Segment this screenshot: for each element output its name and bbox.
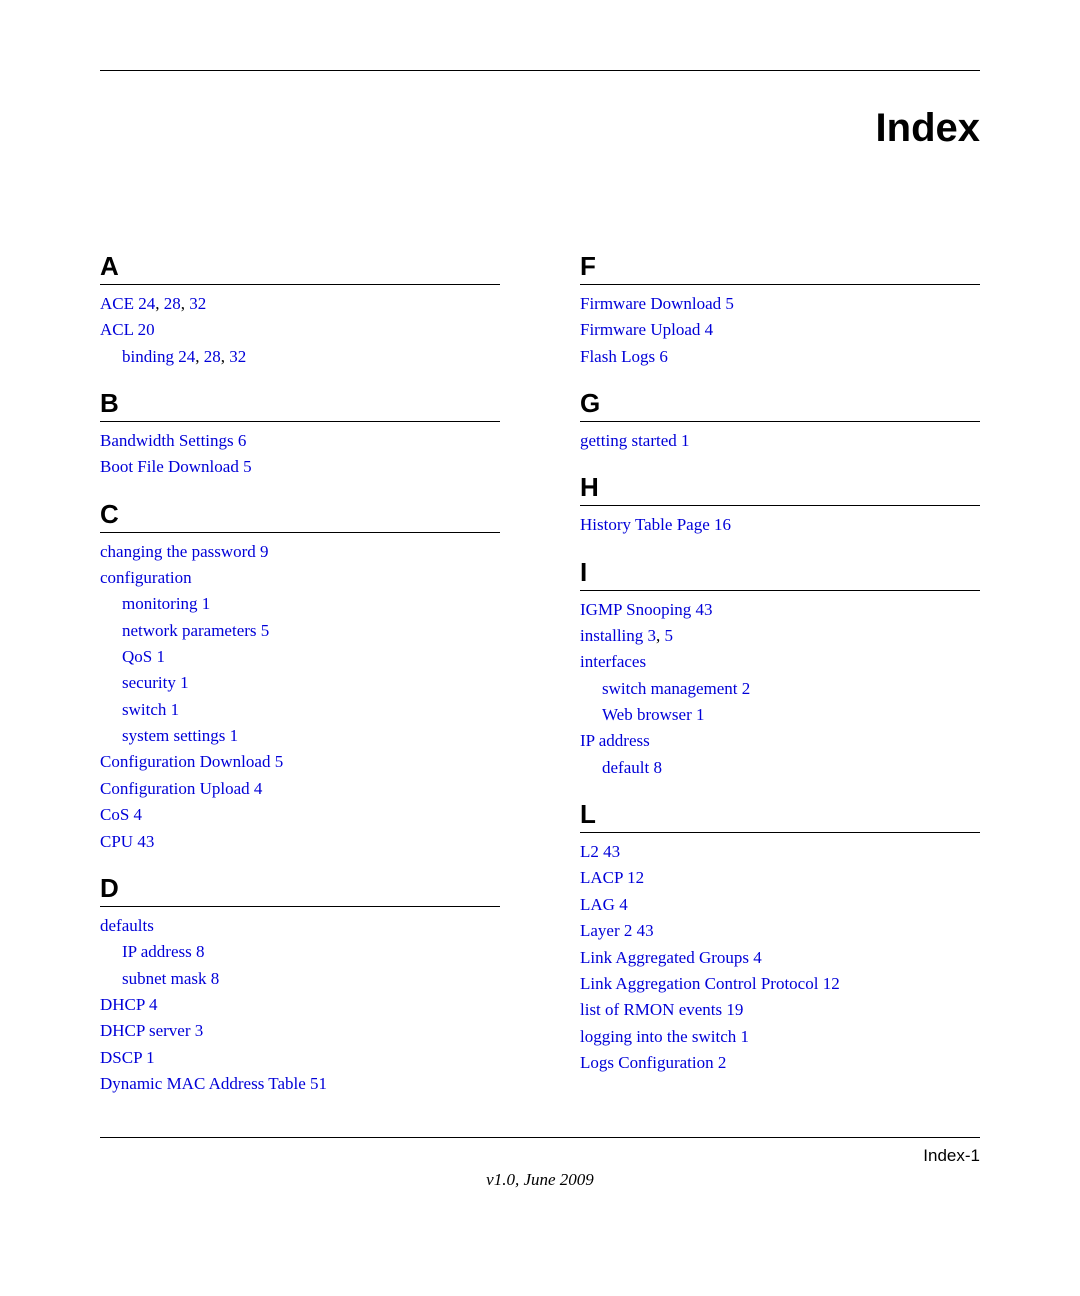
entry-link[interactable]: DHCP server 3 (100, 1021, 203, 1040)
index-entry: changing the password 9 configuration mo… (100, 539, 500, 855)
letter-heading-d: D (100, 873, 500, 907)
index-entry: getting started 1 (580, 428, 980, 454)
entry-link[interactable]: Logs Configuration 2 (580, 1053, 726, 1072)
entry-link[interactable]: logging into the switch 1 (580, 1027, 749, 1046)
entry-link[interactable]: Configuration Download 5 (100, 752, 283, 771)
entry-link[interactable]: system settings 1 (122, 726, 238, 745)
entry-link[interactable]: interfaces (580, 652, 646, 671)
letter-heading-i: I (580, 557, 980, 591)
index-entry: defaults IP address 8 subnet mask 8 DHCP… (100, 913, 500, 1097)
entry-link[interactable]: Layer 2 43 (580, 921, 654, 940)
entry-link[interactable]: switch 1 (122, 700, 179, 719)
entry-link[interactable]: Dynamic MAC Address Table 51 (100, 1074, 327, 1093)
entry-link[interactable]: defaults (100, 916, 154, 935)
entry-link[interactable]: security 1 (122, 673, 189, 692)
right-column: F Firmware Download 5 Firmware Upload 4 … (580, 251, 980, 1097)
entry-link[interactable]: configuration (100, 568, 192, 587)
entry-link[interactable]: binding 24 (122, 347, 195, 366)
entry-link[interactable]: 32 (189, 294, 206, 313)
index-entry: Bandwidth Settings 6 Boot File Download … (100, 428, 500, 481)
entry-link[interactable]: L2 43 (580, 842, 620, 861)
page-root: Index A ACE 24, 28, 32 ACL 20 binding 24… (0, 0, 1080, 1220)
entry-link[interactable]: ACE 24 (100, 294, 155, 313)
entry-link[interactable]: DSCP 1 (100, 1048, 155, 1067)
index-entry: L2 43 LACP 12 LAG 4 Layer 2 43 Link Aggr… (580, 839, 980, 1076)
entry-link[interactable]: 28 (164, 294, 181, 313)
entry-link[interactable]: ACL 20 (100, 320, 155, 339)
entry-link[interactable]: Bandwidth Settings 6 (100, 431, 246, 450)
entry-link[interactable]: changing the password 9 (100, 542, 269, 561)
index-entry: ACE 24, 28, 32 ACL 20 binding 24, 28, 32 (100, 291, 500, 370)
entry-link[interactable]: QoS 1 (122, 647, 165, 666)
entry-link[interactable]: Link Aggregated Groups 4 (580, 948, 762, 967)
entry-link[interactable]: Configuration Upload 4 (100, 779, 262, 798)
letter-heading-b: B (100, 388, 500, 422)
entry-link[interactable]: 5 (665, 626, 674, 645)
index-columns: A ACE 24, 28, 32 ACL 20 binding 24, 28, … (100, 251, 980, 1097)
entry-link[interactable]: switch management 2 (602, 679, 750, 698)
letter-heading-l: L (580, 799, 980, 833)
entry-link[interactable]: CoS 4 (100, 805, 142, 824)
index-entry: IGMP Snooping 43 installing 3, 5 interfa… (580, 597, 980, 781)
letter-heading-f: F (580, 251, 980, 285)
entry-link[interactable]: Flash Logs 6 (580, 347, 668, 366)
footer-page-number: Index-1 (923, 1146, 980, 1166)
entry-link[interactable]: Boot File Download 5 (100, 457, 252, 476)
footer-version: v1.0, June 2009 (100, 1170, 980, 1190)
entry-link[interactable]: Link Aggregation Control Protocol 12 (580, 974, 840, 993)
entry-link[interactable]: CPU 43 (100, 832, 154, 851)
entry-link[interactable]: LAG 4 (580, 895, 628, 914)
entry-link[interactable]: 32 (229, 347, 246, 366)
top-rule (100, 70, 980, 71)
entry-link[interactable]: IP address (580, 731, 650, 750)
letter-heading-h: H (580, 472, 980, 506)
entry-link[interactable]: DHCP 4 (100, 995, 157, 1014)
index-entry: History Table Page 16 (580, 512, 980, 538)
entry-link[interactable]: IGMP Snooping 43 (580, 600, 713, 619)
page-title: Index (100, 106, 980, 151)
entry-link[interactable]: 28 (204, 347, 221, 366)
letter-heading-g: G (580, 388, 980, 422)
entry-link[interactable]: Firmware Upload 4 (580, 320, 713, 339)
entry-link[interactable]: list of RMON events 19 (580, 1000, 743, 1019)
entry-link[interactable]: monitoring 1 (122, 594, 210, 613)
entry-link[interactable]: Web browser 1 (602, 705, 705, 724)
entry-link[interactable]: IP address 8 (122, 942, 204, 961)
index-entry: Firmware Download 5 Firmware Upload 4 Fl… (580, 291, 980, 370)
entry-link[interactable]: default 8 (602, 758, 662, 777)
page-footer: Index-1 v1.0, June 2009 (100, 1137, 980, 1190)
entry-link[interactable]: network parameters 5 (122, 621, 269, 640)
letter-heading-c: C (100, 499, 500, 533)
entry-link[interactable]: Firmware Download 5 (580, 294, 734, 313)
entry-link[interactable]: getting started 1 (580, 431, 690, 450)
entry-link[interactable]: subnet mask 8 (122, 969, 219, 988)
entry-link[interactable]: installing 3 (580, 626, 656, 645)
entry-link[interactable]: History Table Page 16 (580, 515, 731, 534)
left-column: A ACE 24, 28, 32 ACL 20 binding 24, 28, … (100, 251, 500, 1097)
letter-heading-a: A (100, 251, 500, 285)
entry-link[interactable]: LACP 12 (580, 868, 644, 887)
